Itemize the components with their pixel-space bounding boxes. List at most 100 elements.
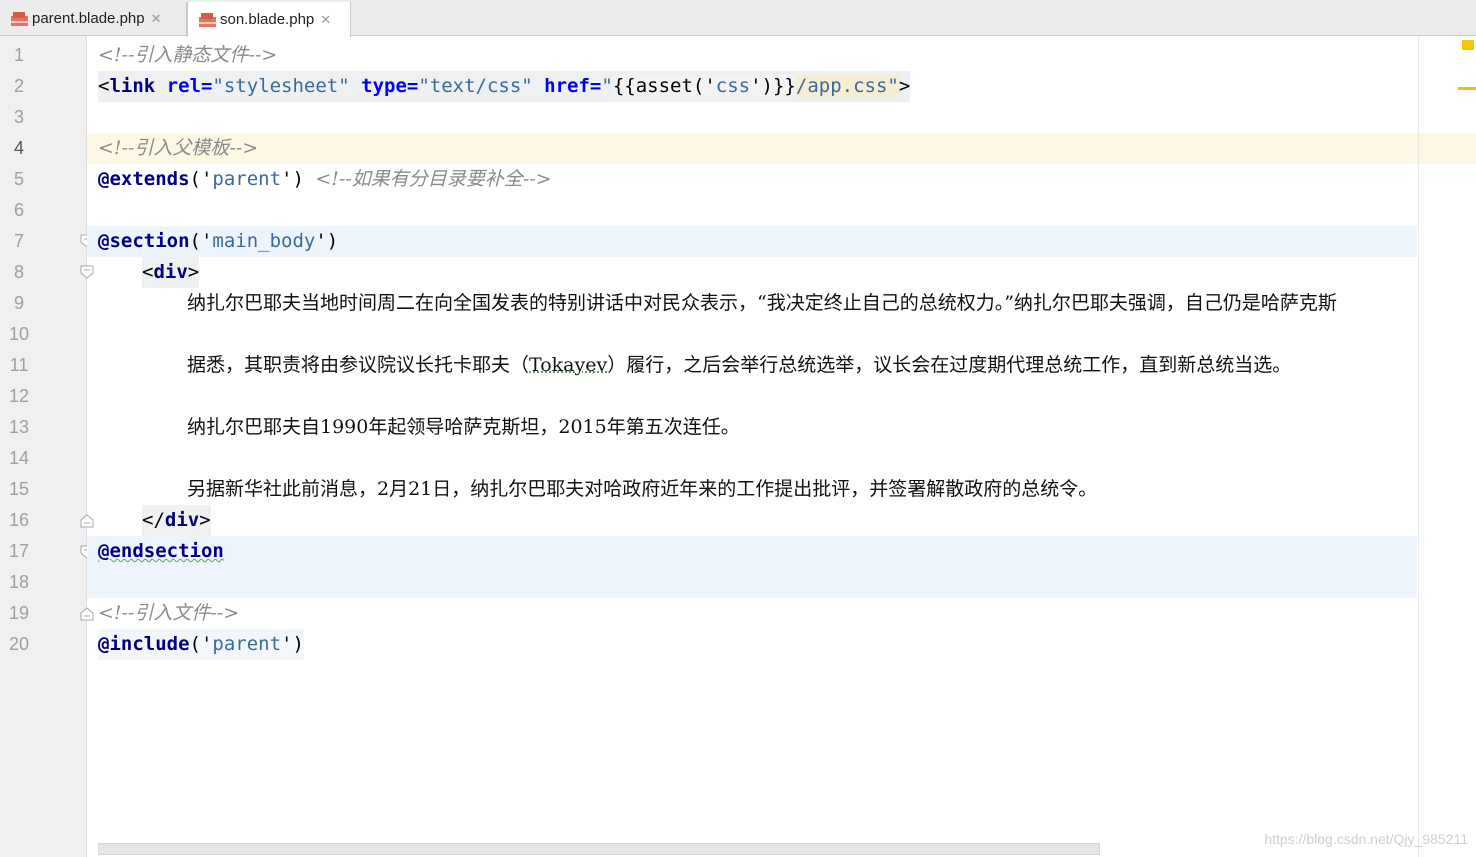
- asset-arg: css: [715, 75, 751, 97]
- attr-quote: ": [601, 75, 613, 97]
- blade-directive: @extends: [98, 168, 190, 190]
- blade-file-icon: [198, 11, 218, 29]
- line-number: 1: [13, 45, 24, 65]
- code-line-9: 纳扎尔巴耶夫当地时间周二在向全国发表的特别讲话中对民众表示，“我决定终止自己的总…: [87, 288, 1476, 319]
- code-line-19: <!--引入文件-->: [87, 598, 1417, 629]
- blade-file-icon: [10, 10, 30, 28]
- html-comment: <!--引入文件-->: [98, 602, 240, 624]
- line-number: 8: [13, 262, 24, 282]
- paren: '): [281, 168, 304, 190]
- directive-arg: main_body: [212, 230, 316, 252]
- line-number: 20: [8, 634, 30, 654]
- paragraph-text: 据悉，其职责将由参议院议长托卡耶夫（Tokayev）履行，之后会举行总统选举，议…: [187, 350, 1291, 381]
- blade-echo-close: ')}}: [750, 75, 796, 97]
- paragraph-text: 纳扎尔巴耶夫当地时间周二在向全国发表的特别讲话中对民众表示，“我决定终止自己的总…: [187, 292, 1337, 314]
- tag-bracket: >: [187, 261, 200, 283]
- code-line-4: <!--引入父模板-->: [87, 133, 1476, 164]
- code-line-2: <link rel="stylesheet" type="text/css" h…: [87, 71, 1417, 102]
- line-number: 17: [8, 541, 30, 561]
- link-tag: <link rel="stylesheet" type="text/css" h…: [98, 71, 911, 102]
- line-number: 13: [8, 417, 30, 437]
- attr-name: rel=: [155, 75, 213, 97]
- watermark: https://blog.csdn.net/Qjy_985211: [1264, 831, 1468, 847]
- section-directive-line: @section('main_body'): [98, 226, 338, 257]
- line-number-gutter: 1 2 3 4 5 6 7 8 9 10 11 12 13 14 15 16 1…: [0, 36, 94, 857]
- directive-arg: parent: [212, 633, 282, 655]
- paren: (': [189, 230, 213, 252]
- code-line-13: 纳扎尔巴耶夫自1990年起领导哈萨克斯坦，2015年第五次连任。: [87, 412, 1417, 443]
- attr-value: "stylesheet": [212, 75, 350, 97]
- text-segment: 据悉，其职责将由参议院议长托卡耶夫（: [187, 354, 530, 376]
- line-number: 6: [13, 200, 24, 220]
- code-line-15: 另据新华社此前消息，2月21日，纳扎尔巴耶夫对哈政府近年来的工作提出批评，并签署…: [87, 474, 1417, 505]
- div-close-tag: </div>: [142, 505, 211, 536]
- close-icon[interactable]: ✕: [151, 11, 162, 27]
- code-line-5: @extends('parent') <!--如果有分目录要补全-->: [87, 164, 1417, 195]
- warning-marker[interactable]: [1462, 40, 1474, 50]
- paren: '): [281, 633, 304, 655]
- extends-directive-line: @extends('parent') <!--如果有分目录要补全-->: [98, 164, 552, 195]
- blade-directive: @section: [98, 230, 190, 252]
- line-number: 5: [13, 169, 24, 189]
- line-number: 19: [8, 603, 30, 623]
- tab-son-blade[interactable]: son.blade.php ✕: [187, 2, 351, 37]
- tab-label: son.blade.php: [220, 11, 315, 28]
- line-number: 14: [8, 448, 30, 468]
- tab-parent-blade[interactable]: parent.blade.php ✕: [0, 2, 187, 35]
- paren: (': [189, 633, 213, 655]
- tag-name: div: [153, 261, 188, 283]
- tag-name: link: [109, 75, 156, 97]
- html-comment: <!--如果有分目录要补全-->: [315, 168, 552, 190]
- href-path: /app.css: [795, 75, 888, 97]
- editor-tab-bar: parent.blade.php ✕ son.blade.php ✕: [0, 0, 1476, 37]
- line-number: 16: [8, 510, 30, 530]
- line-number: 12: [8, 386, 30, 406]
- tab-label: parent.blade.php: [32, 10, 145, 27]
- line-number: 11: [9, 355, 29, 375]
- directive-arg: parent: [212, 168, 282, 190]
- attr-name: type=: [349, 75, 419, 97]
- right-margin-guide: [1418, 36, 1419, 857]
- attr-name: href=: [532, 75, 602, 97]
- line-number-current: 4: [13, 138, 24, 158]
- paren: (': [189, 168, 213, 190]
- blade-echo-open: {{asset(': [612, 75, 716, 97]
- code-line-8: <div>: [87, 257, 1417, 288]
- close-icon[interactable]: ✕: [320, 12, 331, 28]
- text-segment: ）履行，之后会举行总统选举，议长会在过度期代理总统工作，直到新总统当选。: [607, 354, 1292, 376]
- tag-bracket: >: [199, 509, 211, 531]
- attr-value: "text/css": [418, 75, 533, 97]
- code-line-16: </div>: [87, 505, 1417, 536]
- include-directive-line: @include('parent'): [98, 629, 304, 660]
- code-line-1: <!--引入静态文件-->: [87, 40, 1417, 71]
- paren: '): [315, 230, 339, 252]
- spellcheck-word: Tokayev: [529, 354, 608, 376]
- tag-name: div: [164, 509, 200, 531]
- line-number: 10: [8, 324, 30, 344]
- code-line-20: @include('parent'): [87, 629, 1417, 660]
- code-line-17: @endsection: [87, 536, 1417, 598]
- line-number: 3: [13, 107, 24, 127]
- line-number: 7: [13, 231, 24, 251]
- tag-bracket: <: [98, 75, 110, 97]
- attr-quote: ": [887, 75, 899, 97]
- tag-bracket: >: [898, 75, 911, 97]
- code-editor[interactable]: <!--引入静态文件--> <link rel="stylesheet" typ…: [87, 36, 1476, 857]
- div-open-tag: <div>: [142, 257, 200, 288]
- paragraph-text: 纳扎尔巴耶夫自1990年起领导哈萨克斯坦，2015年第五次连任。: [187, 416, 740, 438]
- paragraph-text: 另据新华社此前消息，2月21日，纳扎尔巴耶夫对哈政府近年来的工作提出批评，并签署…: [187, 478, 1098, 500]
- line-number: 2: [13, 76, 24, 96]
- tag-bracket: </: [142, 509, 165, 531]
- html-comment: <!--引入父模板-->: [98, 137, 259, 159]
- line-number: 15: [8, 479, 30, 499]
- code-line-7: @section('main_body'): [87, 226, 1417, 257]
- tag-bracket: <: [142, 261, 154, 283]
- code-line-11: 据悉，其职责将由参议院议长托卡耶夫（Tokayev）履行，之后会举行总统选举，议…: [87, 350, 1417, 381]
- line-number: 9: [13, 293, 24, 313]
- line-number: 18: [8, 572, 30, 592]
- blade-directive: @include: [98, 633, 190, 655]
- blade-directive: @endsection: [98, 540, 224, 562]
- error-stripe-marker[interactable]: [1458, 87, 1476, 90]
- horizontal-scrollbar[interactable]: [98, 843, 1100, 855]
- html-comment: <!--引入静态文件-->: [98, 44, 278, 66]
